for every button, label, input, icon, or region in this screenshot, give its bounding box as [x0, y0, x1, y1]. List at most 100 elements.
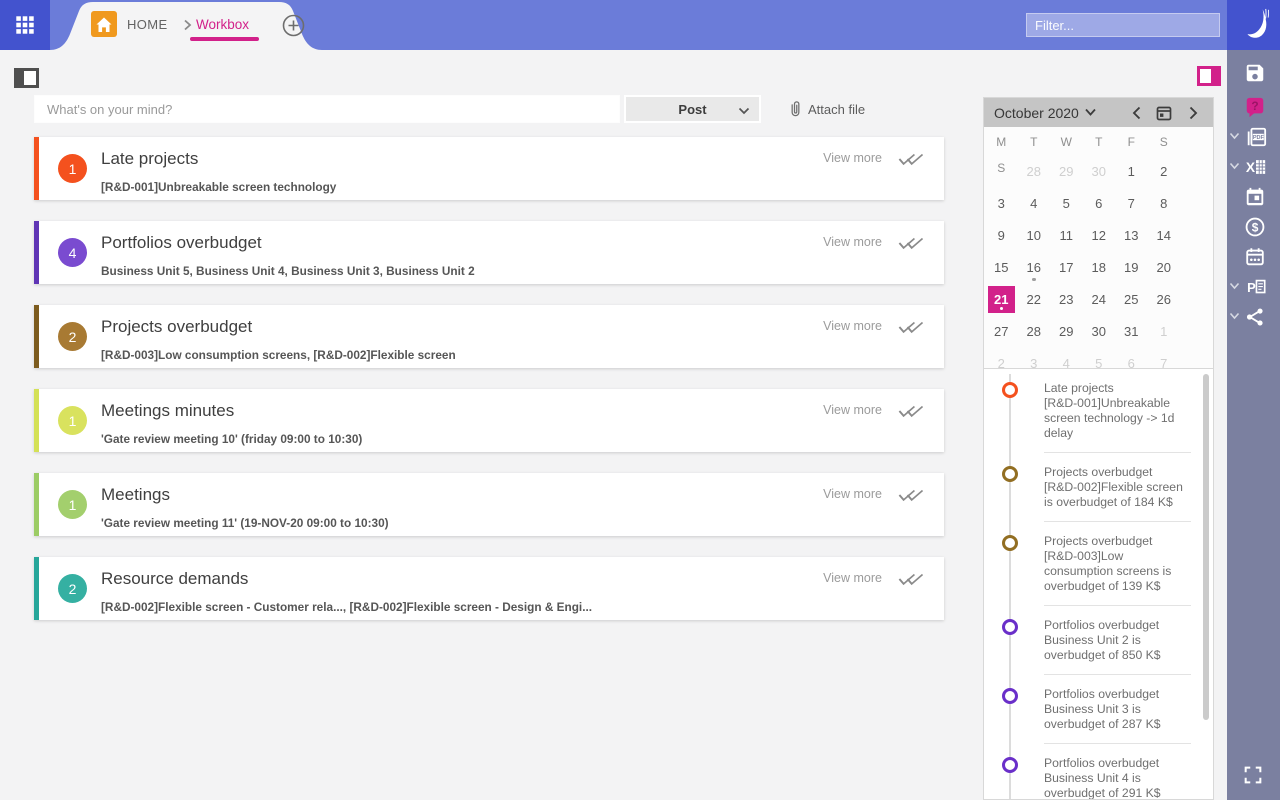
sidebar-item-share[interactable]: [1227, 306, 1280, 330]
alert-item[interactable]: Projects overbudget[R&D-002]Flexible scr…: [984, 465, 1213, 522]
calendar-day[interactable]: 5: [1050, 187, 1083, 219]
mark-read-icon[interactable]: [897, 234, 924, 251]
card-subtitle-links[interactable]: 'Gate review meeting 11' (19-NOV-20 09:0…: [101, 516, 389, 530]
view-more-link[interactable]: View more: [823, 571, 882, 585]
calendar-day[interactable]: 3: [985, 187, 1018, 219]
calendar-month-label[interactable]: October 2020: [994, 105, 1079, 121]
calendar-day[interactable]: 8: [1148, 187, 1181, 219]
view-more-link[interactable]: View more: [823, 319, 882, 333]
svg-text:X: X: [1246, 160, 1256, 175]
calendar-day[interactable]: 29: [1050, 155, 1083, 187]
calendar-day-number: 4: [1030, 196, 1037, 211]
expand-chevron-icon[interactable]: [1229, 282, 1240, 290]
card-subtitle-links[interactable]: 'Gate review meeting 10' (friday 09:00 t…: [101, 432, 362, 446]
toggle-left-panel-button[interactable]: [14, 68, 39, 88]
calendar-day[interactable]: 30: [1083, 315, 1116, 347]
card-subtitle-links[interactable]: Business Unit 5, Business Unit 4, Busine…: [101, 264, 475, 278]
post-type-dropdown[interactable]: Post: [624, 95, 761, 123]
tab-workbox[interactable]: HOME Workbox: [50, 0, 322, 50]
sidebar-item-calendar[interactable]: [1227, 186, 1280, 210]
calendar-day[interactable]: 27: [985, 315, 1018, 347]
calendar-day[interactable]: 11: [1050, 219, 1083, 251]
breadcrumb-home[interactable]: HOME: [127, 0, 168, 50]
attach-file-label: Attach file: [808, 102, 865, 117]
sidebar-item-powerpoint-export[interactable]: P: [1227, 276, 1280, 300]
powerpoint-icon: P: [1244, 276, 1266, 298]
calendar-day[interactable]: 9: [985, 219, 1018, 251]
calendar-day[interactable]: 26: [1148, 283, 1181, 315]
sidebar-item-pdf-export[interactable]: PDF: [1227, 126, 1280, 150]
expand-chevron-icon[interactable]: [1229, 312, 1240, 320]
mark-read-icon[interactable]: [897, 318, 924, 335]
calendar-day[interactable]: 17: [1050, 251, 1083, 283]
calendar-day[interactable]: 2: [1148, 155, 1181, 187]
view-more-link[interactable]: View more: [823, 403, 882, 417]
sidebar-item-schedule[interactable]: [1227, 246, 1280, 270]
mark-read-icon[interactable]: [897, 570, 924, 587]
mark-read-icon[interactable]: [897, 486, 924, 503]
mark-read-icon[interactable]: [897, 402, 924, 419]
calendar-day[interactable]: 29: [1050, 315, 1083, 347]
card-subtitle-links[interactable]: [R&D-001]Unbreakable screen technology: [101, 180, 336, 194]
expand-chevron-icon[interactable]: [1229, 162, 1240, 170]
calendar-day[interactable]: 1: [1148, 315, 1181, 347]
calendar-day[interactable]: 20: [1148, 251, 1181, 283]
mark-read-icon[interactable]: [897, 150, 924, 167]
calendar-day[interactable]: 22: [1018, 283, 1051, 315]
card-subtitle-links[interactable]: [R&D-003]Low consumption screens, [R&D-0…: [101, 348, 456, 362]
sidebar-item-help[interactable]: ?: [1227, 96, 1280, 120]
calendar-day[interactable]: 6: [1083, 187, 1116, 219]
calendar-day[interactable]: 10: [1018, 219, 1051, 251]
grid-menu-icon: [14, 14, 36, 36]
pdf-icon: PDF: [1244, 126, 1266, 148]
filter-input[interactable]: [1026, 13, 1220, 37]
calendar-prev-button[interactable]: [1132, 106, 1141, 120]
calendar-day[interactable]: 18: [1083, 251, 1116, 283]
calendar-day[interactable]: 15: [985, 251, 1018, 283]
calendar-day[interactable]: 25: [1115, 283, 1148, 315]
sidebar-item-save[interactable]: [1227, 62, 1280, 86]
calendar-next-button[interactable]: [1189, 106, 1198, 120]
calendar-day[interactable]: 31: [1115, 315, 1148, 347]
calendar-day[interactable]: 23: [1050, 283, 1083, 315]
view-more-link[interactable]: View more: [823, 235, 882, 249]
tools-sidebar: ? PDF X $ P: [1227, 50, 1280, 800]
calendar-day[interactable]: 14: [1148, 219, 1181, 251]
new-tab-button[interactable]: [282, 14, 305, 37]
alert-item[interactable]: Late projects[R&D-001]Unbreakable screen…: [984, 381, 1213, 453]
calendar-day[interactable]: 28: [1018, 155, 1051, 187]
status-input[interactable]: [34, 95, 620, 123]
calendar-day[interactable]: 28: [1018, 315, 1051, 347]
alert-item[interactable]: Portfolios overbudgetBusiness Unit 3 is …: [984, 687, 1213, 744]
alert-detail: Business Unit 2 is overbudget of 850 K$: [1044, 633, 1191, 663]
alert-item[interactable]: Projects overbudget[R&D-003]Low consumpt…: [984, 534, 1213, 606]
calendar-day[interactable]: 13: [1115, 219, 1148, 251]
calendar-day[interactable]: 4: [1018, 187, 1051, 219]
calendar-day[interactable]: 24: [1083, 283, 1116, 315]
home-icon[interactable]: [91, 11, 117, 37]
alert-item[interactable]: Portfolios overbudgetBusiness Unit 2 is …: [984, 618, 1213, 675]
attach-file-button[interactable]: Attach file: [788, 98, 865, 120]
alert-item[interactable]: Portfolios overbudgetBusiness Unit 4 is …: [984, 756, 1213, 800]
sidebar-item-excel-export[interactable]: X: [1227, 156, 1280, 180]
calendar-day[interactable]: 1: [1115, 155, 1148, 187]
sidebar-item-cost[interactable]: $: [1227, 216, 1280, 240]
card-subtitle-links[interactable]: [R&D-002]Flexible screen - Customer rela…: [101, 600, 592, 614]
view-more-link[interactable]: View more: [823, 151, 882, 165]
calendar-day[interactable]: 16: [1018, 251, 1051, 283]
alerts-scrollbar[interactable]: [1203, 374, 1209, 720]
calendar-day[interactable]: 12: [1083, 219, 1116, 251]
tab-workbox-label[interactable]: Workbox: [196, 0, 249, 50]
calendar-day[interactable]: 19: [1115, 251, 1148, 283]
calendar-day-number: 30: [1092, 164, 1106, 179]
calendar-today-button[interactable]: [1156, 105, 1172, 121]
expand-chevron-icon[interactable]: [1229, 132, 1240, 140]
app-launcher-button[interactable]: [0, 0, 50, 50]
calendar-day[interactable]: 7: [1115, 187, 1148, 219]
toggle-right-panel-button[interactable]: [1197, 66, 1221, 86]
view-more-link[interactable]: View more: [823, 487, 882, 501]
calendar-month-dropdown-icon[interactable]: [1084, 108, 1097, 117]
calendar-day[interactable]: 21: [985, 283, 1018, 315]
calendar-day[interactable]: 30: [1083, 155, 1116, 187]
fullscreen-button[interactable]: [1242, 764, 1264, 786]
